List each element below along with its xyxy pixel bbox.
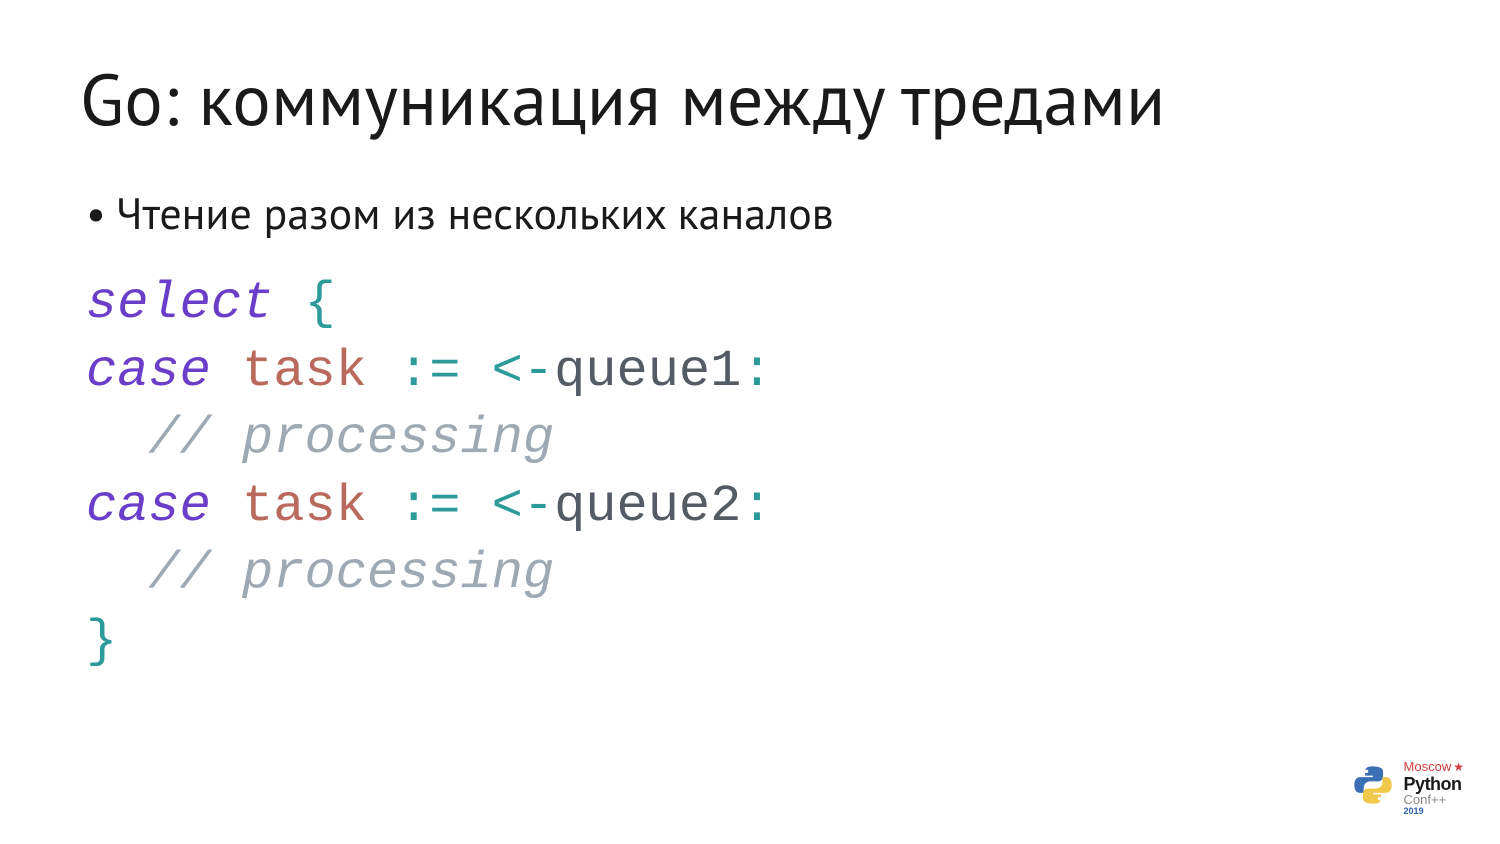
code-op-assign-recv: := <- <box>398 342 554 401</box>
slide-title: Go: коммуникация между тредами <box>80 52 1420 145</box>
star-icon: ★ <box>1453 760 1464 774</box>
code-indent <box>86 544 148 603</box>
code-ident-queue1: queue1 <box>554 342 741 401</box>
slide: Go: коммуникация между тредами • Чтение … <box>0 0 1500 844</box>
logo-conf: Conf++ <box>1404 793 1464 806</box>
conference-logo: Moscow★ Python Conf++ 2019 <box>1350 759 1464 816</box>
code-ident-task: task <box>242 342 398 401</box>
bullet-item: • Чтение разом из нескольких каналов <box>80 185 1420 242</box>
bullet-text: Чтение разом из нескольких каналов <box>116 185 834 242</box>
code-indent <box>86 409 148 468</box>
code-brace-close: } <box>86 612 117 671</box>
code-block: select { case task := <-queue1: // proce… <box>80 270 1420 676</box>
code-brace-open: { <box>304 274 335 333</box>
code-comment: // processing <box>148 409 554 468</box>
python-logo-icon <box>1350 762 1396 813</box>
code-ident-task: task <box>242 477 398 536</box>
code-colon: : <box>741 477 772 536</box>
code-op-assign-recv: := <- <box>398 477 554 536</box>
code-colon: : <box>741 342 772 401</box>
code-ident-queue2: queue2 <box>554 477 741 536</box>
code-keyword-case: case <box>86 342 242 401</box>
logo-python: Python <box>1404 775 1464 793</box>
logo-year: 2019 <box>1404 807 1464 816</box>
code-comment: // processing <box>148 544 554 603</box>
bullet-dot-icon: • <box>86 192 106 236</box>
logo-city: Moscow <box>1404 759 1452 774</box>
code-keyword-select: select <box>86 274 304 333</box>
logo-text: Moscow★ Python Conf++ 2019 <box>1404 759 1464 816</box>
code-keyword-case: case <box>86 477 242 536</box>
